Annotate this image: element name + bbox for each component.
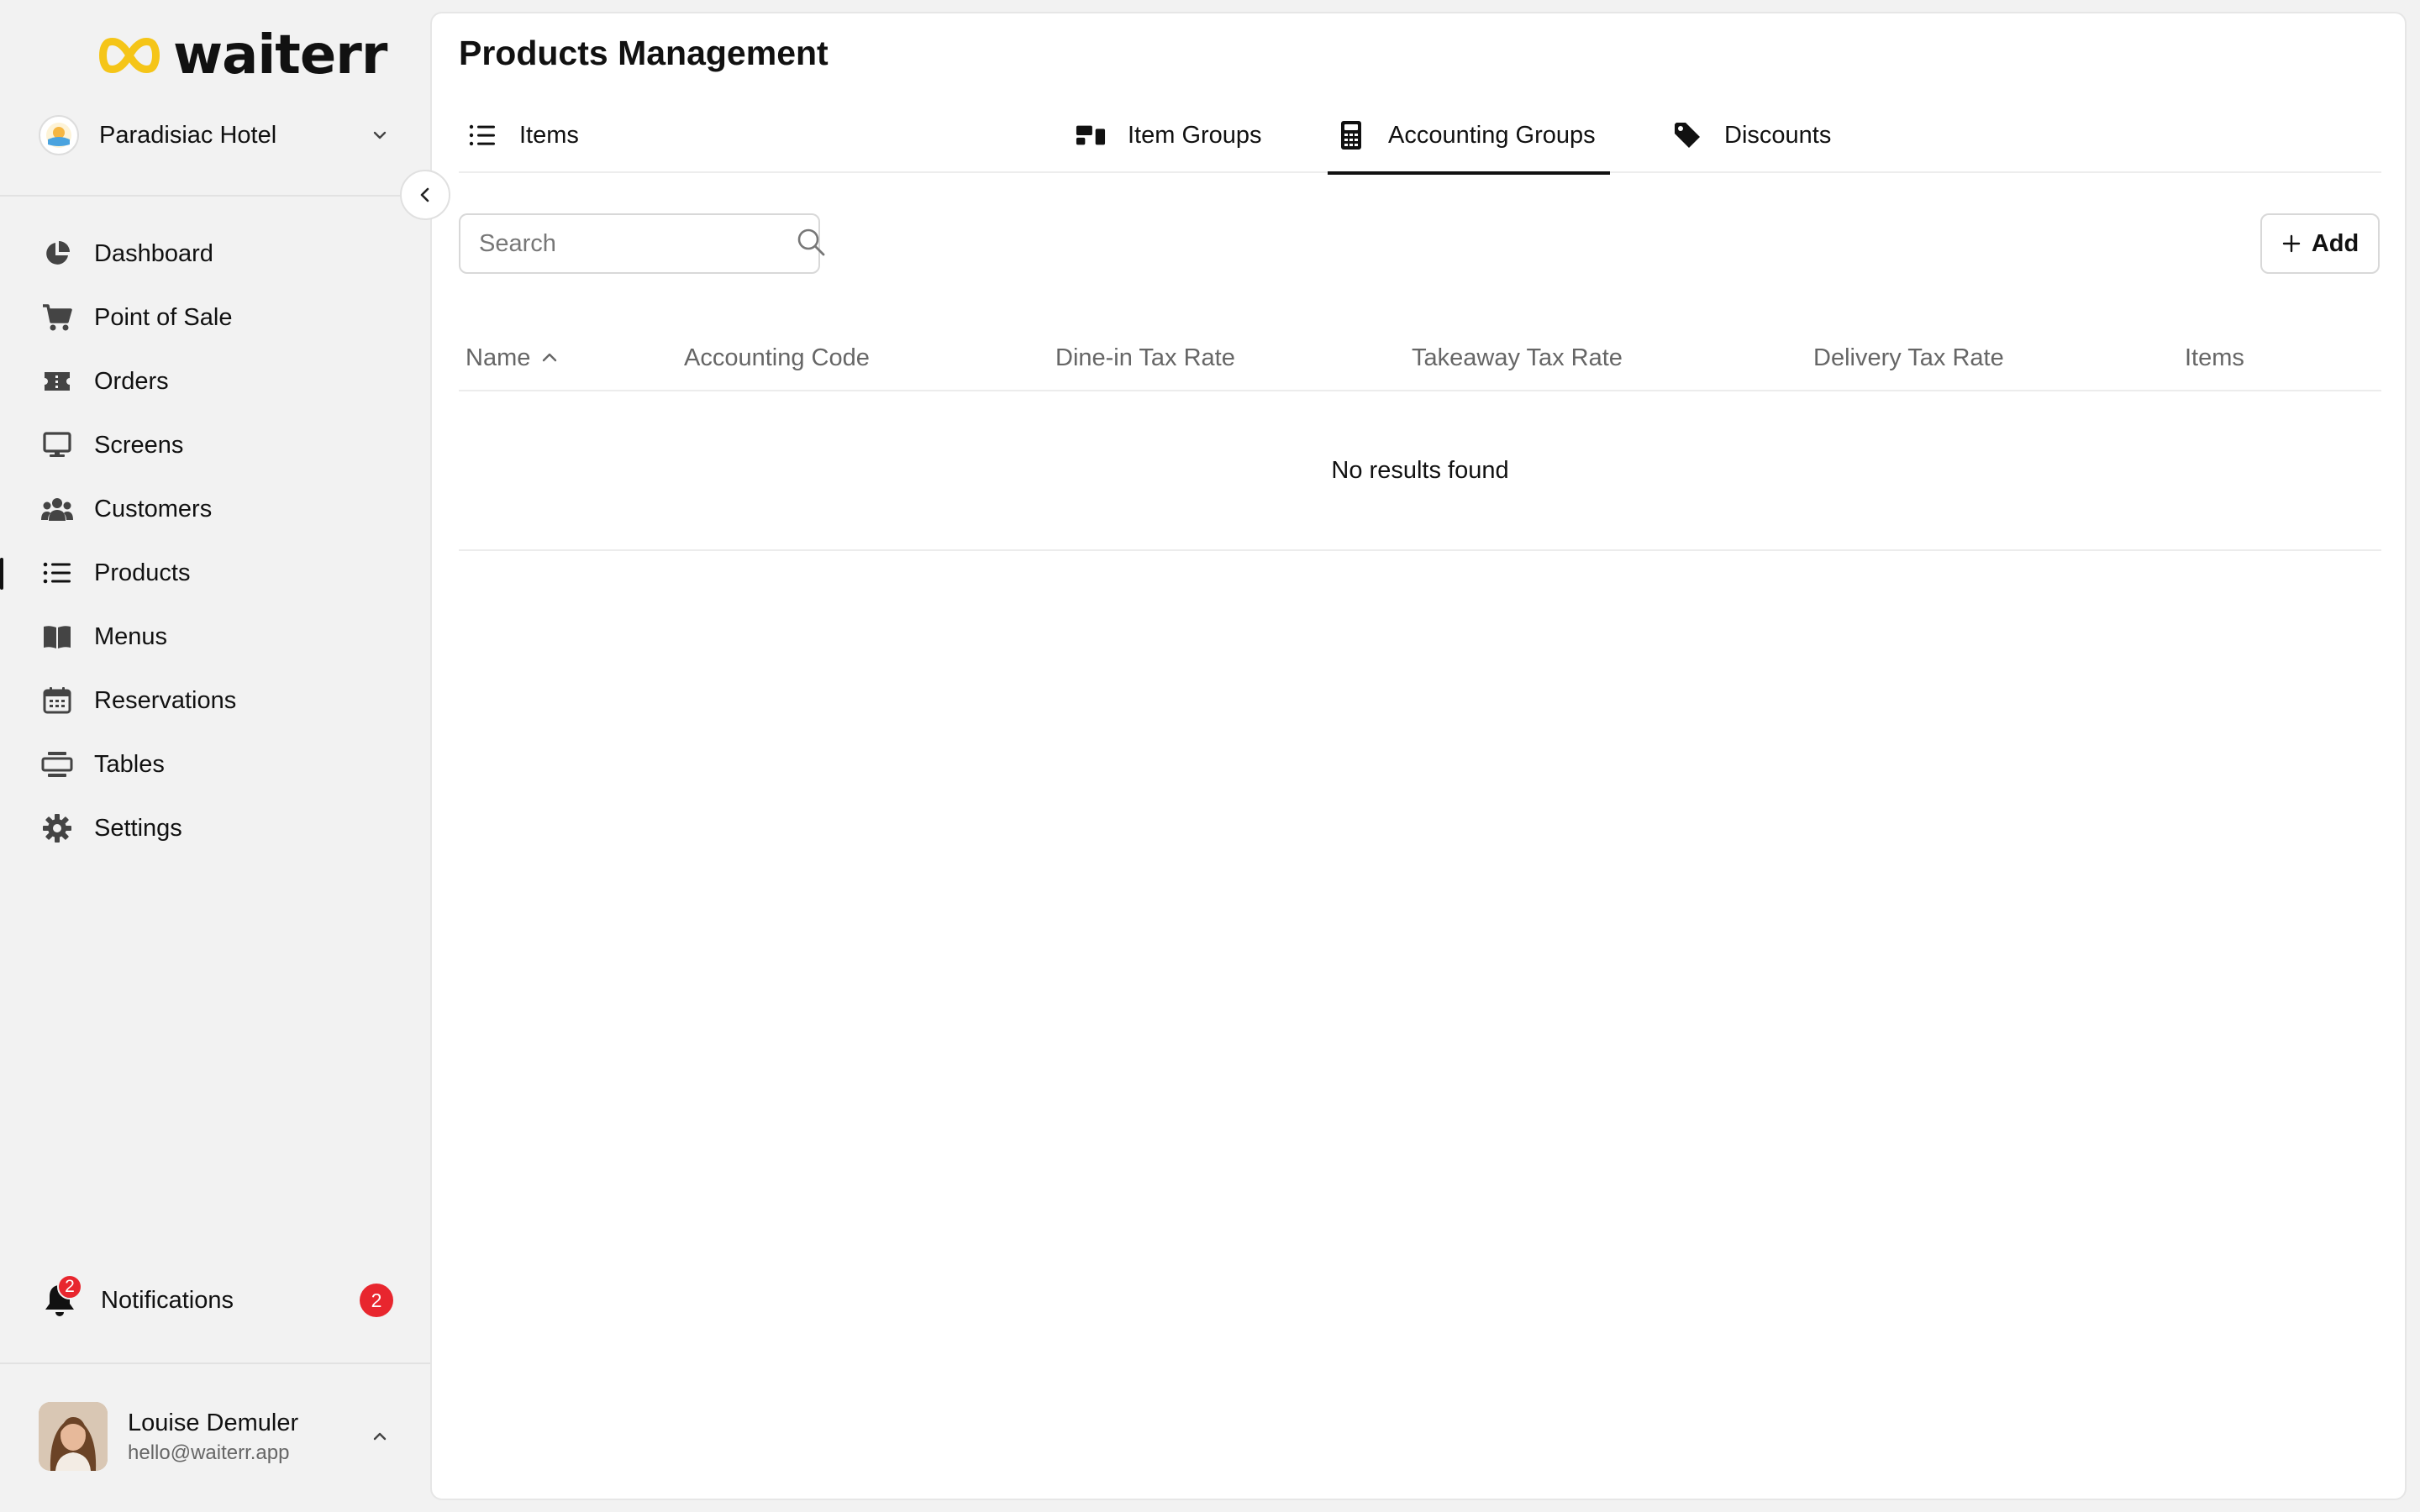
sort-ascending-icon — [543, 353, 557, 362]
chevron-down-icon — [368, 123, 392, 147]
bell-badge: 2 — [57, 1274, 82, 1299]
avatar — [39, 1402, 108, 1471]
users-icon — [40, 492, 74, 526]
logo-text: waiterr — [173, 24, 387, 87]
calculator-icon — [1336, 120, 1366, 150]
tab-label: Items — [519, 121, 579, 149]
empty-state-text: No results found — [1331, 456, 1509, 484]
book-icon — [40, 620, 74, 654]
chevron-up-icon — [368, 1425, 392, 1448]
tab-discounts[interactable]: Discounts — [1672, 97, 1857, 173]
sidebar-divider — [0, 195, 430, 197]
collapse-sidebar-button[interactable] — [400, 170, 450, 220]
sidebar-item-label: Customers — [94, 495, 213, 522]
sidebar-item-label: Menus — [94, 622, 168, 650]
sidebar-item-menus[interactable]: Menus — [0, 605, 430, 669]
notifications-count-badge: 2 — [360, 1284, 393, 1317]
column-header-label: Items — [2185, 344, 2244, 371]
tab-item-groups[interactable]: Item Groups — [1076, 97, 1286, 173]
sidebar-item-label: Settings — [94, 814, 182, 842]
table-header: Name Accounting Code Dine-in Tax Rate Ta… — [459, 324, 2381, 391]
column-header-label: Delivery Tax Rate — [1813, 344, 2004, 371]
sidebar-item-label: Reservations — [94, 686, 237, 714]
column-header-label: Takeaway Tax Rate — [1412, 344, 1623, 371]
sidebar: waiterr Paradisiac Hotel Dashboard Point… — [0, 0, 430, 1512]
pie-chart-icon — [40, 237, 74, 270]
column-header-label: Dine-in Tax Rate — [1055, 344, 1235, 371]
main-panel: Products Management Items Item Groups Ac… — [430, 12, 2407, 1500]
sidebar-item-label: Screens — [94, 431, 184, 459]
column-header-delivery-tax-rate[interactable]: Delivery Tax Rate — [1813, 324, 2004, 391]
tab-label: Item Groups — [1128, 121, 1262, 149]
item-groups-icon — [1076, 120, 1106, 150]
sidebar-item-label: Tables — [94, 750, 165, 778]
sidebar-item-settings[interactable]: Settings — [0, 796, 430, 860]
app-logo[interactable]: waiterr — [97, 29, 387, 82]
plus-icon — [2282, 234, 2301, 253]
user-menu[interactable]: Louise Demuler hello@waiterr.app — [39, 1401, 392, 1472]
cart-icon — [40, 301, 74, 334]
tab-label: Accounting Groups — [1388, 121, 1596, 149]
venue-logo-icon — [39, 115, 79, 155]
sidebar-item-products[interactable]: Products — [0, 541, 430, 605]
column-header-takeaway-tax-rate[interactable]: Takeaway Tax Rate — [1412, 324, 1623, 391]
tab-items[interactable]: Items — [467, 97, 593, 173]
search-icon[interactable] — [796, 227, 826, 261]
accounting-groups-table: Name Accounting Code Dine-in Tax Rate Ta… — [459, 324, 2381, 551]
column-header-items[interactable]: Items — [2185, 324, 2244, 391]
user-email: hello@waiterr.app — [128, 1441, 290, 1464]
sidebar-item-orders[interactable]: Orders — [0, 349, 430, 413]
column-header-label: Name — [466, 344, 531, 371]
sidebar-item-customers[interactable]: Customers — [0, 477, 430, 541]
list-icon — [467, 120, 497, 150]
column-header-name[interactable]: Name — [466, 324, 560, 391]
tag-icon — [1672, 120, 1702, 150]
sidebar-item-label: Products — [94, 559, 191, 586]
add-button[interactable]: Add — [2260, 213, 2380, 274]
table-icon — [40, 748, 74, 781]
search-input[interactable] — [479, 229, 796, 258]
monitor-icon — [40, 428, 74, 462]
sidebar-item-label: Point of Sale — [94, 303, 233, 331]
sidebar-item-reservations[interactable]: Reservations — [0, 669, 430, 732]
sidebar-item-label: Dashboard — [94, 239, 213, 267]
sidebar-item-dashboard[interactable]: Dashboard — [0, 222, 430, 286]
notifications-item[interactable]: 2 Notifications 2 — [40, 1274, 393, 1326]
empty-state: No results found — [459, 391, 2381, 551]
chevron-left-icon — [420, 187, 429, 202]
user-info: Louise Demuler hello@waiterr.app — [128, 1406, 368, 1467]
ticket-icon — [40, 365, 74, 398]
column-header-dine-in-tax-rate[interactable]: Dine-in Tax Rate — [1055, 324, 1235, 391]
page-title: Products Management — [459, 34, 829, 72]
sidebar-divider — [0, 1362, 430, 1364]
notifications-label: Notifications — [101, 1286, 234, 1314]
list-icon — [40, 556, 74, 590]
sidebar-item-label: Orders — [94, 367, 169, 395]
sidebar-nav: Dashboard Point of Sale Orders Screens C… — [0, 222, 430, 860]
calendar-icon — [40, 684, 74, 717]
user-name: Louise Demuler — [128, 1410, 299, 1436]
column-header-accounting-code[interactable]: Accounting Code — [684, 324, 870, 391]
add-button-label: Add — [2311, 229, 2360, 257]
tab-bar: Items Item Groups Accounting Groups Disc… — [459, 97, 2381, 175]
venue-name: Paradisiac Hotel — [99, 121, 277, 149]
tab-label: Discounts — [1724, 121, 1832, 149]
search-box — [459, 213, 825, 274]
waiterr-logo-icon — [99, 38, 160, 73]
venue-selector[interactable]: Paradisiac Hotel — [39, 111, 392, 160]
sidebar-item-tables[interactable]: Tables — [0, 732, 430, 796]
gear-icon — [40, 811, 74, 845]
tab-accounting-groups[interactable]: Accounting Groups — [1328, 97, 1610, 175]
sidebar-item-point-of-sale[interactable]: Point of Sale — [0, 286, 430, 349]
sidebar-item-screens[interactable]: Screens — [0, 413, 430, 477]
bell-icon: 2 — [40, 1274, 82, 1320]
column-header-label: Accounting Code — [684, 344, 870, 371]
